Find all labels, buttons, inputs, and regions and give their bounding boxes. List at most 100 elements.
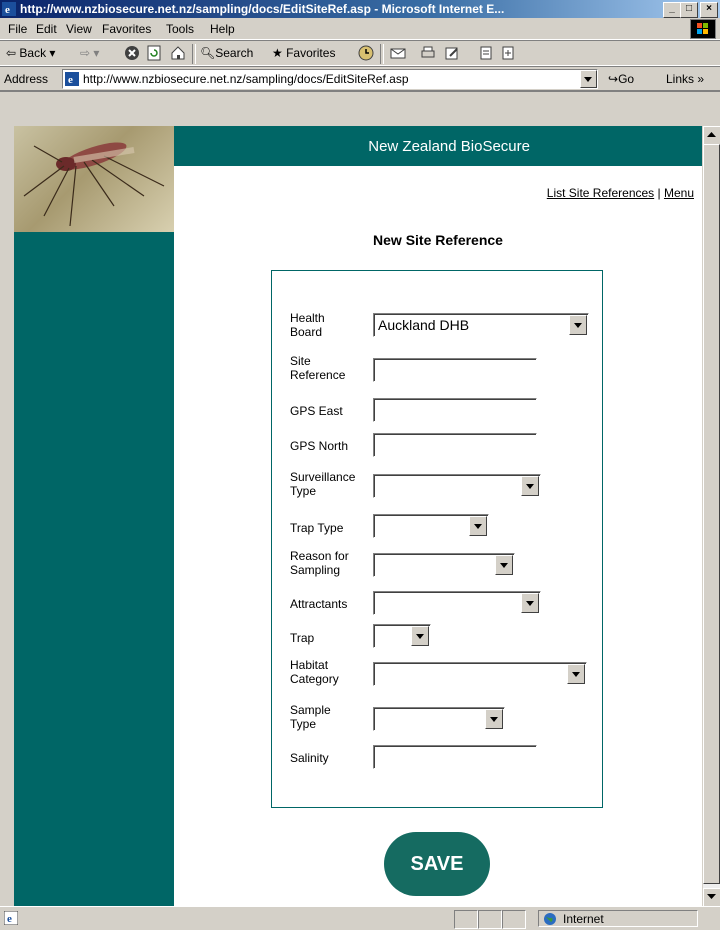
chevron-down-icon[interactable]: [569, 315, 587, 335]
top-nav: List Site References | Menu: [314, 186, 694, 200]
go-label: Go: [618, 72, 635, 86]
health-board-label: Health Board: [290, 311, 325, 339]
search-label: Search: [215, 46, 254, 60]
chevron-up-icon: [707, 132, 716, 137]
address-bar: Address e http://www.nzbiosecure.net.nz/…: [0, 66, 720, 90]
page-title: New Site Reference: [373, 232, 503, 248]
salinity-label: Salinity: [290, 751, 329, 765]
home-icon[interactable]: [170, 45, 186, 61]
site-reference-form: Health Board Auckland DHB Site Reference…: [271, 270, 603, 808]
menu-view[interactable]: View: [66, 22, 92, 36]
sample-type-label: Sample Type: [290, 703, 331, 731]
window-title: http://www.nzbiosecure.net.nz/sampling/d…: [20, 2, 505, 16]
chevron-down-icon: [707, 894, 716, 899]
address-input[interactable]: e http://www.nzbiosecure.net.nz/sampling…: [62, 69, 598, 89]
search-button[interactable]: 🔍︎Search: [200, 46, 253, 60]
page-content: New Zealand BioSecure List Site Referenc…: [14, 126, 702, 906]
svg-text:e: e: [68, 74, 73, 86]
habitat-category-select[interactable]: [373, 662, 587, 686]
status-pane: [454, 910, 478, 929]
menu-edit[interactable]: Edit: [36, 22, 57, 36]
address-label: Address: [4, 72, 49, 86]
scroll-down-button[interactable]: [703, 888, 720, 907]
address-dropdown-button[interactable]: [580, 70, 597, 88]
refresh-icon[interactable]: [146, 45, 162, 61]
salinity-input[interactable]: [373, 745, 537, 769]
minimize-button[interactable]: _: [663, 2, 681, 18]
scroll-up-button[interactable]: [703, 126, 720, 145]
menu-help[interactable]: Help: [210, 22, 235, 36]
chevron-down-icon[interactable]: [521, 593, 539, 613]
favorites-button[interactable]: ★ Favorites: [272, 46, 335, 60]
status-pane: [502, 910, 526, 929]
close-button[interactable]: ×: [700, 2, 718, 18]
menu-bar: File Edit View Favorites Tools Help: [0, 18, 720, 40]
mosquito-image: [14, 126, 174, 232]
go-button[interactable]: ↪Go: [608, 72, 634, 86]
globe-icon: [544, 913, 556, 925]
reason-for-sampling-select[interactable]: [373, 553, 515, 577]
chevron-down-icon[interactable]: [567, 664, 585, 684]
trap-label: Trap: [290, 631, 315, 645]
gps-east-input[interactable]: [373, 398, 537, 422]
chevron-down-icon[interactable]: [485, 709, 503, 729]
toolbar-separator: [192, 44, 196, 64]
window-title-bar: e http://www.nzbiosecure.net.nz/sampling…: [0, 0, 720, 18]
forward-button[interactable]: ⇨ ▾: [80, 46, 99, 60]
svg-text:e: e: [7, 913, 12, 925]
left-sidebar: [14, 126, 174, 906]
attractants-label: Attractants: [290, 597, 348, 611]
menu-link[interactable]: Menu: [664, 186, 694, 200]
windows-logo-icon: [690, 19, 716, 39]
attractants-select[interactable]: [373, 591, 541, 615]
print-icon[interactable]: [420, 45, 436, 61]
trap-type-select[interactable]: [373, 514, 489, 538]
sample-type-select[interactable]: [373, 707, 505, 731]
zone-label: Internet: [563, 912, 604, 926]
favorites-label: Favorites: [286, 46, 336, 60]
ie-logo-icon: e: [2, 2, 16, 16]
maximize-button[interactable]: □: [680, 2, 698, 18]
chevron-down-icon[interactable]: [495, 555, 513, 575]
chevron-down-icon[interactable]: [469, 516, 487, 536]
surveillance-type-select[interactable]: [373, 474, 541, 498]
page-icon: e: [65, 72, 79, 86]
history-icon[interactable]: [358, 45, 374, 61]
discuss-icon[interactable]: [478, 45, 494, 61]
back-label: Back: [19, 46, 47, 60]
address-url: http://www.nzbiosecure.net.nz/sampling/d…: [83, 72, 409, 86]
toolbar-separator: [380, 44, 384, 64]
back-button[interactable]: ⇦ Back ▾: [6, 46, 55, 60]
habitat-category-label: Habitat Category: [290, 658, 339, 686]
chevron-down-icon[interactable]: [521, 476, 539, 496]
site-reference-input[interactable]: [373, 358, 537, 382]
save-button[interactable]: SAVE: [384, 832, 490, 896]
menu-file[interactable]: File: [8, 22, 27, 36]
trap-type-label: Trap Type: [290, 521, 344, 535]
page-status-icon: e: [4, 911, 18, 925]
menu-favorites[interactable]: Favorites: [102, 22, 151, 36]
reason-for-sampling-label: Reason for Sampling: [290, 549, 349, 577]
mail-icon[interactable]: [390, 45, 406, 61]
vertical-scrollbar[interactable]: [702, 126, 720, 907]
gps-north-label: GPS North: [290, 439, 349, 453]
site-reference-label: Site Reference: [290, 354, 346, 382]
surveillance-type-label: Surveillance Type: [290, 470, 356, 498]
scroll-thumb[interactable]: [703, 144, 720, 884]
stop-icon[interactable]: [124, 45, 140, 61]
toolbar: ⇦ Back ▾ ⇨ ▾ 🔍︎Search ★ Favorites: [0, 40, 720, 66]
trap-select[interactable]: [373, 624, 431, 648]
chevron-down-icon[interactable]: [411, 626, 429, 646]
brand-title: New Zealand BioSecure: [368, 138, 530, 155]
edit-icon[interactable]: [444, 45, 460, 61]
health-board-value: Auckland DHB: [378, 317, 470, 333]
health-board-select[interactable]: Auckland DHB: [373, 313, 589, 337]
security-zone: Internet: [538, 910, 698, 927]
gps-east-label: GPS East: [290, 404, 343, 418]
chevron-down-icon: [584, 77, 592, 82]
list-site-references-link[interactable]: List Site References: [547, 186, 654, 200]
messenger-icon[interactable]: [500, 45, 516, 61]
links-button[interactable]: Links »: [666, 72, 704, 86]
menu-tools[interactable]: Tools: [166, 22, 194, 36]
gps-north-input[interactable]: [373, 433, 537, 457]
